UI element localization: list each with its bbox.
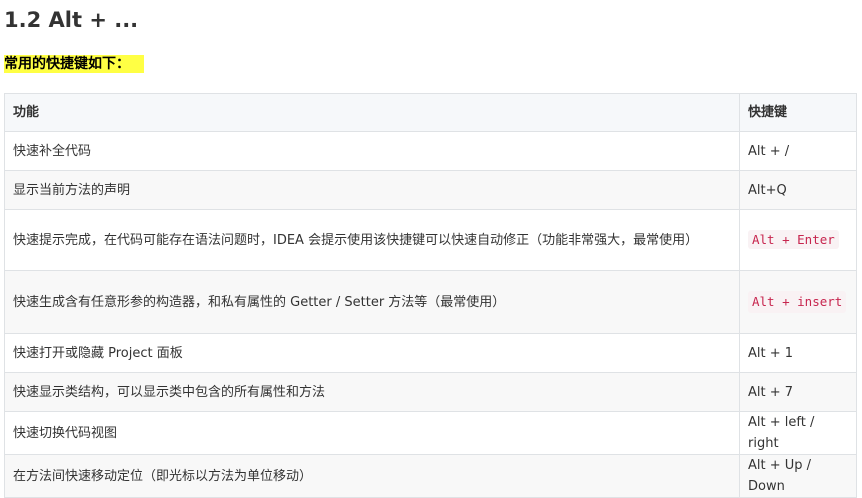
section-heading: 1.2 Alt + ... (4, 8, 139, 32)
feature-cell: 快速补全代码 (4, 131, 740, 171)
feature-cell: 快速显示类结构，可以显示类中包含的所有属性和方法 (4, 372, 740, 412)
table-row: 显示当前方法的声明 Alt+Q (4, 170, 857, 210)
feature-cell: 在方法间快速移动定位（即光标以方法为单位移动） (4, 454, 740, 498)
table-row: 快速生成含有任意形参的构造器，和私有属性的 Getter / Setter 方法… (4, 270, 857, 334)
shortcut-cell: Alt + insert (739, 270, 857, 334)
shortcut-cell: Alt + 1 (739, 333, 857, 373)
shortcut-cell: Alt + left / right (739, 411, 857, 455)
table-row: 快速提示完成，在代码可能存在语法问题时，IDEA 会提示使用该快捷键可以快速自动… (4, 209, 857, 271)
feature-cell: 快速提示完成，在代码可能存在语法问题时，IDEA 会提示使用该快捷键可以快速自动… (4, 209, 740, 271)
table-header-row: 功能 快捷键 (4, 93, 857, 132)
shortcut-cell: Alt + Enter (739, 209, 857, 271)
table-row: 快速补全代码 Alt + / (4, 131, 857, 171)
header-feature: 功能 (4, 93, 740, 132)
feature-cell: 快速打开或隐藏 Project 面板 (4, 333, 740, 373)
shortcut-cell: Alt+Q (739, 170, 857, 210)
shortcut-cell: Alt + Up / Down (739, 454, 857, 498)
table-row: 快速显示类结构，可以显示类中包含的所有属性和方法 Alt + 7 (4, 372, 857, 412)
shortcut-code: Alt + insert (748, 291, 847, 313)
shortcuts-table: 功能 快捷键 快速补全代码 Alt + / 显示当前方法的声明 Alt+Q 快速… (4, 93, 857, 498)
shortcut-code: Alt + Enter (748, 230, 839, 249)
table-row: 在方法间快速移动定位（即光标以方法为单位移动） Alt + Up / Down (4, 454, 857, 498)
intro-line: 常用的快捷键如下： (4, 53, 144, 74)
table-row: 快速切换代码视图 Alt + left / right (4, 411, 857, 455)
feature-cell: 显示当前方法的声明 (4, 170, 740, 210)
shortcut-cell: Alt + 7 (739, 372, 857, 412)
feature-cell: 快速生成含有任意形参的构造器，和私有属性的 Getter / Setter 方法… (4, 270, 740, 334)
shortcut-cell: Alt + / (739, 131, 857, 171)
header-shortcut: 快捷键 (739, 93, 857, 132)
table-row: 快速打开或隐藏 Project 面板 Alt + 1 (4, 333, 857, 373)
intro-highlight-text: 常用的快捷键如下： (4, 55, 144, 73)
feature-cell: 快速切换代码视图 (4, 411, 740, 455)
